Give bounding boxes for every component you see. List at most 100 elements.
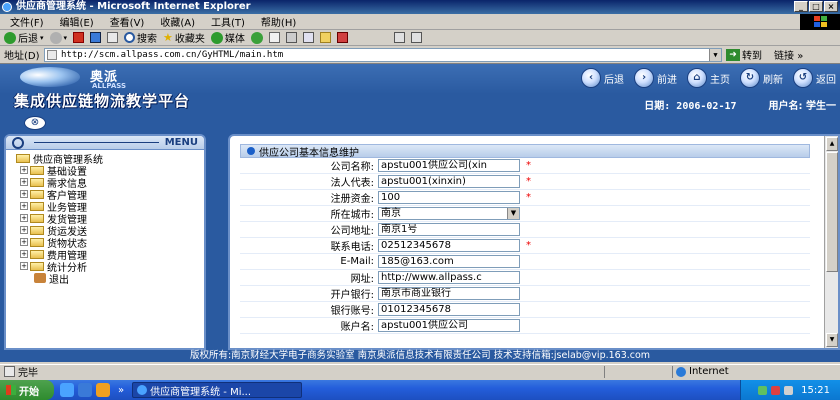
tree-item-statistics[interactable]: + 统计分析 — [10, 260, 200, 274]
taskbar: 开始 » 供应商管理系统 - Mi... 15:21 — [0, 380, 840, 400]
go-arrow-icon: ➜ — [726, 48, 740, 61]
company-name-label: 公司名称: — [330, 162, 374, 173]
close-button[interactable]: × — [824, 1, 838, 12]
tree-item-logout[interactable]: 退出 — [10, 272, 200, 286]
search-icon — [124, 32, 136, 43]
alert-icon[interactable] — [771, 385, 781, 395]
folder-icon[interactable] — [319, 32, 331, 43]
tree-root[interactable]: 供应商管理系统 — [10, 152, 200, 166]
tree-item-goods-status[interactable]: + 货物状态 — [10, 236, 200, 250]
discuss-icon[interactable] — [410, 32, 422, 43]
folder-icon — [30, 189, 44, 199]
quick-launch — [60, 383, 110, 397]
expand-icon[interactable]: + — [20, 226, 28, 234]
start-button[interactable]: 开始 — [0, 380, 54, 400]
email-field[interactable]: 185@163.com — [378, 255, 520, 268]
expand-icon[interactable]: + — [20, 190, 28, 198]
mail-icon[interactable] — [268, 32, 280, 43]
expand-icon[interactable]: + — [20, 202, 28, 210]
company-name-field[interactable]: apstu001供应公司(xin — [378, 159, 520, 172]
print-icon[interactable] — [285, 32, 297, 43]
menu-view[interactable]: 查看(V) — [104, 14, 155, 29]
back-button[interactable]: 后退 ▾ — [4, 30, 44, 45]
maximize-button[interactable]: □ — [809, 1, 823, 12]
edit-icon[interactable] — [302, 32, 314, 43]
address-input[interactable]: http://scm.allpass.com.cn/GyHTML/main.ht… — [44, 47, 722, 62]
capital-field[interactable]: 100 — [378, 191, 520, 204]
history-icon[interactable] — [250, 31, 263, 44]
nav-home-button[interactable]: ⌂ 主页 — [687, 68, 730, 88]
legal-rep-field[interactable]: apstu001(xinxin) — [378, 175, 520, 188]
menu-tools[interactable]: 工具(T) — [205, 14, 255, 29]
tree-item-basic-settings[interactable]: + 基础设置 — [10, 164, 200, 178]
date-label: 日期: 2006-02-17 — [644, 101, 737, 112]
menu-edit[interactable]: 编辑(E) — [54, 14, 104, 29]
expand-icon[interactable]: + — [20, 262, 28, 270]
research-icon[interactable] — [393, 32, 405, 43]
windows-flag-icon — [6, 385, 16, 395]
logout-icon — [34, 273, 46, 283]
network-icon[interactable] — [758, 385, 768, 395]
zone-text: Internet — [689, 366, 729, 377]
scroll-thumb[interactable] — [826, 152, 838, 272]
menu-help[interactable]: 帮助(H) — [255, 14, 306, 29]
ie-icon — [2, 2, 12, 12]
expand-icon[interactable]: + — [20, 178, 28, 186]
stop-icon[interactable] — [73, 32, 85, 43]
supplier-info-form: 供应公司基本信息维护 公司名称: apstu001供应公司(xin * 法人代表… — [240, 144, 810, 344]
tree-item-fee-mgmt[interactable]: + 费用管理 — [10, 248, 200, 262]
phone-field[interactable]: 02512345678 — [378, 239, 520, 252]
search-button[interactable]: 搜索 — [124, 30, 157, 45]
scroll-down-icon[interactable]: ▼ — [826, 333, 838, 347]
nav-back-button[interactable]: ‹ 后退 — [581, 68, 624, 88]
tree-item-freight-send[interactable]: + 货运发送 — [10, 224, 200, 238]
menu-favorites[interactable]: 收藏(A) — [154, 14, 205, 29]
folder-icon — [30, 177, 44, 187]
form-scrollbar[interactable]: ▲ ▼ — [824, 136, 838, 348]
volume-icon[interactable] — [784, 385, 794, 395]
links-button[interactable]: 链接 » — [774, 47, 803, 62]
expand-icon[interactable]: + — [20, 238, 28, 246]
home-icon[interactable] — [107, 32, 119, 43]
forward-button[interactable]: ▾ — [49, 31, 67, 44]
account-name-field[interactable]: apstu001供应公司 — [378, 319, 520, 332]
website-field[interactable]: http://www.allpass.c — [378, 271, 520, 284]
expand-icon[interactable]: + — [20, 250, 28, 258]
nav-return-button[interactable]: ↺ 返回 — [793, 68, 836, 88]
refresh-icon: ↻ — [740, 68, 760, 88]
taskbar-more[interactable]: » — [118, 385, 124, 396]
email-label: E-Mail: — [340, 256, 374, 267]
taskbar-item-ie[interactable]: 供应商管理系统 - Mi... — [132, 382, 303, 398]
tree-item-customer-mgmt[interactable]: + 客户管理 — [10, 188, 200, 202]
nav-forward-button[interactable]: › 前进 — [634, 68, 677, 88]
scroll-up-icon[interactable]: ▲ — [826, 137, 838, 151]
media-button[interactable]: 媒体 — [210, 30, 245, 45]
city-select[interactable]: 南京 ▼ — [378, 207, 520, 220]
account-no-field[interactable]: 01012345678 — [378, 303, 520, 316]
minimize-button[interactable]: _ — [794, 1, 808, 12]
tree-item-demand-info[interactable]: + 需求信息 — [10, 176, 200, 190]
tree-item-business-mgmt[interactable]: + 业务管理 — [10, 200, 200, 214]
bank-field[interactable]: 南京市商业银行 — [378, 287, 520, 300]
tree-item-shipping-mgmt[interactable]: + 发货管理 — [10, 212, 200, 226]
messenger-icon[interactable] — [336, 32, 348, 43]
chevron-down-icon[interactable]: ▼ — [507, 208, 519, 219]
form-row: 联系电话: 02512345678 * — [240, 238, 810, 254]
expand-icon[interactable]: + — [20, 214, 28, 222]
address-field[interactable]: 南京1号 — [378, 223, 520, 236]
folder-icon — [30, 213, 44, 223]
favorites-button[interactable]: ★ 收藏夹 — [163, 30, 205, 45]
refresh-icon[interactable] — [90, 32, 102, 43]
media-player-icon[interactable] — [96, 383, 110, 397]
expand-icon[interactable]: + — [20, 166, 28, 174]
outlook-icon[interactable] — [78, 383, 92, 397]
star-icon: ★ — [163, 31, 173, 44]
nav-refresh-button[interactable]: ↻ 刷新 — [740, 68, 783, 88]
collapse-menu-button[interactable]: ⊗ — [24, 116, 46, 130]
address-dropdown[interactable]: ▼ — [709, 48, 721, 61]
copyright-footer: 版权所有:南京财经大学电子商务实验室 南京奥派信息技术有限责任公司 技术支持信箱… — [0, 350, 840, 362]
back-arrow-icon — [4, 31, 16, 44]
ie-icon[interactable] — [60, 383, 74, 397]
menu-file[interactable]: 文件(F) — [4, 14, 54, 29]
go-button[interactable]: ➜ 转到 — [726, 47, 762, 62]
